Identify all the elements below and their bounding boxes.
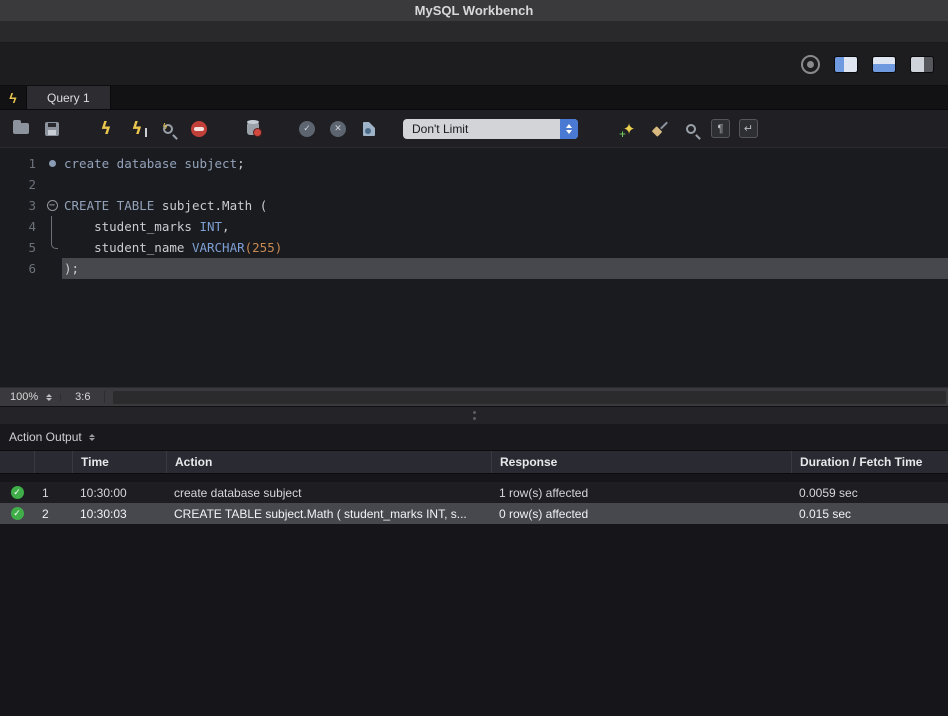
toggle-right-sidebar-icon[interactable] (910, 56, 934, 73)
stop-icon[interactable] (188, 118, 210, 140)
splitter-grip-icon (473, 411, 476, 414)
row-index: 2 (34, 507, 72, 521)
row-action: CREATE TABLE subject.Math ( student_mark… (166, 507, 491, 521)
rollback-icon[interactable]: ✕ (327, 118, 349, 140)
titlebar: MySQL Workbench (0, 0, 948, 22)
commit-icon[interactable]: ✓ (296, 118, 318, 140)
invisibles-icon[interactable]: ¶ (711, 119, 730, 138)
code-text: student_marks INT, (62, 216, 948, 237)
notifications-icon[interactable] (801, 55, 820, 74)
code-text: ); (62, 258, 948, 279)
code-line-6[interactable]: 6); (0, 258, 948, 279)
row-time: 10:30:03 (72, 507, 166, 521)
editor-status-bar: 100% 3:6 (0, 387, 948, 407)
wrap-text-icon[interactable]: ↵ (739, 119, 758, 138)
row-duration: 0.0059 sec (791, 486, 948, 500)
zoom-level: 100% (0, 391, 46, 403)
code-line-5[interactable]: 5 student_name VARCHAR(255) (0, 237, 948, 258)
code-line-2[interactable]: 2 (0, 174, 948, 195)
query-tab-bar: ϟ Query 1 (0, 86, 948, 110)
status-success-icon: ✓ (0, 507, 34, 520)
output-row-2[interactable]: ✓210:30:03CREATE TABLE subject.Math ( st… (0, 503, 948, 524)
row-response: 1 row(s) affected (491, 486, 791, 500)
limit-rows-dropdown[interactable]: Don't Limit (403, 119, 578, 139)
header-index (34, 451, 72, 473)
header-duration: Duration / Fetch Time (791, 451, 948, 473)
panel-selector-stepper-icon[interactable] (89, 434, 95, 441)
header-action: Action (166, 451, 491, 473)
code-line-4[interactable]: 4 student_marks INT, (0, 216, 948, 237)
explain-icon[interactable]: ϟ (157, 118, 179, 140)
line-number: 5 (0, 237, 42, 258)
panel-splitter[interactable] (0, 407, 948, 424)
output-table-header: Time Action Response Duration / Fetch Ti… (0, 450, 948, 474)
beautify-icon[interactable]: ✦ (618, 118, 640, 140)
tab-label: Query 1 (47, 91, 90, 105)
find-icon[interactable] (680, 118, 702, 140)
marker-spacer (42, 258, 62, 279)
fold-end-icon (42, 237, 62, 258)
lightning-icon: ϟ (0, 86, 26, 109)
zoom-stepper[interactable] (46, 394, 61, 401)
code-text (62, 174, 948, 195)
fold-start-icon[interactable]: − (42, 195, 62, 216)
main-toolbar (0, 43, 948, 86)
autocommit-icon[interactable] (358, 118, 380, 140)
dropdown-stepper-icon (560, 119, 578, 139)
header-status (0, 451, 34, 473)
query-toolbar: ϟ ϟ ϟ ✓ ✕ Don't Limit ✦ ¶ ↵ (0, 110, 948, 148)
sql-editor[interactable]: 1 create database subject; 23−CREATE TABLE… (0, 148, 948, 387)
horizontal-scrollbar[interactable] (113, 391, 946, 404)
statement-marker-icon (42, 153, 62, 174)
editor-lines: 1 create database subject; 23−CREATE TABLE… (0, 153, 948, 279)
secondary-toolbar (0, 22, 948, 43)
execute-current-icon[interactable]: ϟ (126, 118, 148, 140)
window-title: MySQL Workbench (415, 3, 534, 18)
execute-all-icon[interactable]: ϟ (95, 118, 117, 140)
marker-spacer (42, 174, 62, 195)
line-number: 3 (0, 195, 42, 216)
header-response: Response (491, 451, 791, 473)
output-panel-bar: Action Output (0, 424, 948, 450)
mysql-workbench-window: MySQL Workbench ϟ Query 1 ϟ ϟ ϟ ✓ ✕ Don'… (0, 0, 948, 716)
open-script-icon[interactable] (10, 118, 32, 140)
row-duration: 0.015 sec (791, 507, 948, 521)
row-response: 0 row(s) affected (491, 507, 791, 521)
code-line-3[interactable]: 3−CREATE TABLE subject.Math ( (0, 195, 948, 216)
row-time: 10:30:00 (72, 486, 166, 500)
row-index: 1 (34, 486, 72, 500)
code-text: CREATE TABLE subject.Math ( (62, 195, 948, 216)
line-number: 2 (0, 174, 42, 195)
code-text: create database subject; (62, 153, 948, 174)
limit-dropdown-value: Don't Limit (403, 122, 560, 136)
stop-on-error-icon[interactable] (242, 118, 264, 140)
output-row-1[interactable]: ✓110:30:00create database subject1 row(s… (0, 482, 948, 503)
save-script-icon[interactable] (41, 118, 63, 140)
tab-query-1[interactable]: Query 1 (26, 86, 111, 109)
code-line-1[interactable]: 1 create database subject; (0, 153, 948, 174)
caret-position: 3:6 (61, 391, 105, 403)
output-panel-selector[interactable]: Action Output (9, 430, 82, 444)
line-number: 1 (0, 153, 42, 174)
code-text: student_name VARCHAR(255) (62, 237, 948, 258)
clean-icon[interactable] (649, 118, 671, 140)
toggle-left-sidebar-icon[interactable] (834, 56, 858, 73)
toggle-bottom-panel-icon[interactable] (872, 56, 896, 73)
line-number: 6 (0, 258, 42, 279)
status-success-icon: ✓ (0, 486, 34, 499)
header-time: Time (72, 451, 166, 473)
row-action: create database subject (166, 486, 491, 500)
output-rows: ✓110:30:00create database subject1 row(s… (0, 474, 948, 716)
splitter-grip-icon (473, 417, 476, 420)
fold-mid-icon (42, 216, 62, 237)
line-number: 4 (0, 216, 42, 237)
